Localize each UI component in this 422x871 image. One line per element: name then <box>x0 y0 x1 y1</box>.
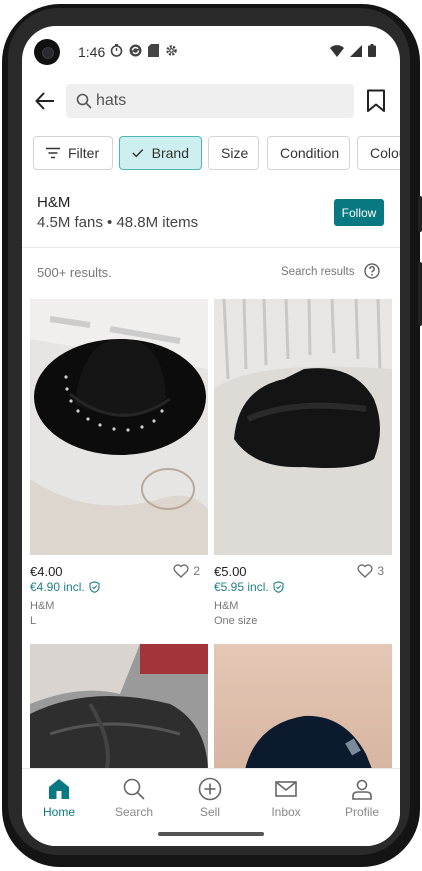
sync-icon <box>129 44 142 57</box>
timer-icon <box>110 44 123 57</box>
nav-search-label: Search <box>114 805 154 819</box>
nav-sell-label: Sell <box>199 805 220 819</box>
heart-icon <box>173 564 189 578</box>
shield-check-icon <box>273 581 284 593</box>
front-camera <box>34 39 60 65</box>
nav-home[interactable]: Home <box>29 777 89 819</box>
item-price-incl: €4.90 incl. <box>30 580 100 594</box>
home-indicator[interactable] <box>158 832 264 836</box>
status-notification-icons <box>110 44 178 57</box>
profile-icon <box>352 779 372 800</box>
app-screen: 1:46 hats Filter Brand Size Condition Co… <box>22 26 400 846</box>
item-photo[interactable] <box>30 299 208 555</box>
item-card[interactable]: €5.00 3 €5.95 incl. H&M One size <box>214 299 392 629</box>
item-photo[interactable] <box>30 644 208 768</box>
plus-circle-icon <box>198 777 222 801</box>
filter-chip-label: Filter <box>68 145 100 161</box>
heart-icon <box>357 564 373 578</box>
item-card[interactable] <box>214 644 392 768</box>
item-price: €5.00 <box>214 564 247 579</box>
search-icon <box>123 778 145 800</box>
item-photo[interactable] <box>214 644 392 768</box>
follow-button[interactable]: Follow <box>334 199 384 226</box>
battery-icon <box>368 44 376 57</box>
favorite-button[interactable]: 3 <box>357 564 384 578</box>
nav-home-label: Home <box>42 805 75 819</box>
favorite-button[interactable]: 2 <box>173 564 200 578</box>
brand-stats: 4.5M fans • 48.8M items <box>37 214 199 231</box>
check-icon <box>132 149 144 158</box>
nav-inbox-label: Inbox <box>271 805 301 819</box>
item-price: €4.00 <box>30 564 63 579</box>
item-brand: H&M <box>30 600 55 612</box>
size-chip[interactable]: Size <box>208 136 259 170</box>
bookmark-icon[interactable] <box>366 89 386 113</box>
mail-icon <box>275 781 297 797</box>
back-arrow-icon[interactable] <box>34 90 56 112</box>
colour-chip-label: Colou <box>370 145 400 161</box>
brand-name: H&M <box>37 194 71 211</box>
volume-button <box>418 196 422 232</box>
search-results-label[interactable]: Search results <box>281 266 355 278</box>
status-bar: 1:46 <box>22 26 400 78</box>
colour-chip[interactable]: Colou <box>357 136 400 170</box>
condition-chip-label: Condition <box>280 145 340 161</box>
filter-chip[interactable]: Filter <box>33 136 113 170</box>
nav-profile[interactable]: Profile <box>332 777 392 819</box>
brand-chip-label: Brand <box>151 145 189 161</box>
brand-chip[interactable]: Brand <box>119 136 202 170</box>
item-card[interactable]: €4.00 2 €4.90 incl. H&M L <box>30 299 208 629</box>
item-card[interactable] <box>30 644 208 768</box>
home-icon <box>49 779 69 799</box>
signal-icon <box>350 44 362 57</box>
search-input[interactable]: hats <box>66 84 354 118</box>
item-size: One size <box>214 615 258 627</box>
results-count: 500+ results. <box>37 265 112 280</box>
filter-lines-icon <box>46 147 60 159</box>
filter-chip-row: Filter Brand Size Condition Colou <box>22 136 400 170</box>
condition-chip[interactable]: Condition <box>267 136 350 170</box>
wifi-icon <box>330 44 344 57</box>
search-icon <box>76 93 92 109</box>
size-chip-label: Size <box>221 145 249 161</box>
favorite-count: 2 <box>193 564 200 578</box>
favorite-count: 3 <box>377 564 384 578</box>
status-time: 1:46 <box>78 44 106 60</box>
item-size: L <box>30 615 37 627</box>
nav-profile-label: Profile <box>344 805 379 819</box>
status-system-icons <box>330 44 376 57</box>
power-button <box>418 262 422 326</box>
item-photo[interactable] <box>214 299 392 555</box>
settings-gear-icon <box>166 45 177 56</box>
nav-sell[interactable]: Sell <box>180 777 240 819</box>
divider <box>22 247 400 248</box>
shield-check-icon <box>89 581 100 593</box>
item-price-incl-text: €5.95 incl. <box>214 580 269 594</box>
sd-card-icon <box>148 44 159 57</box>
item-price-incl-text: €4.90 incl. <box>30 580 85 594</box>
item-price-incl: €5.95 incl. <box>214 580 284 594</box>
item-brand: H&M <box>214 600 239 612</box>
nav-search[interactable]: Search <box>104 777 164 819</box>
help-icon[interactable] <box>364 263 380 279</box>
nav-inbox[interactable]: Inbox <box>256 777 316 819</box>
search-query: hats <box>96 92 127 109</box>
